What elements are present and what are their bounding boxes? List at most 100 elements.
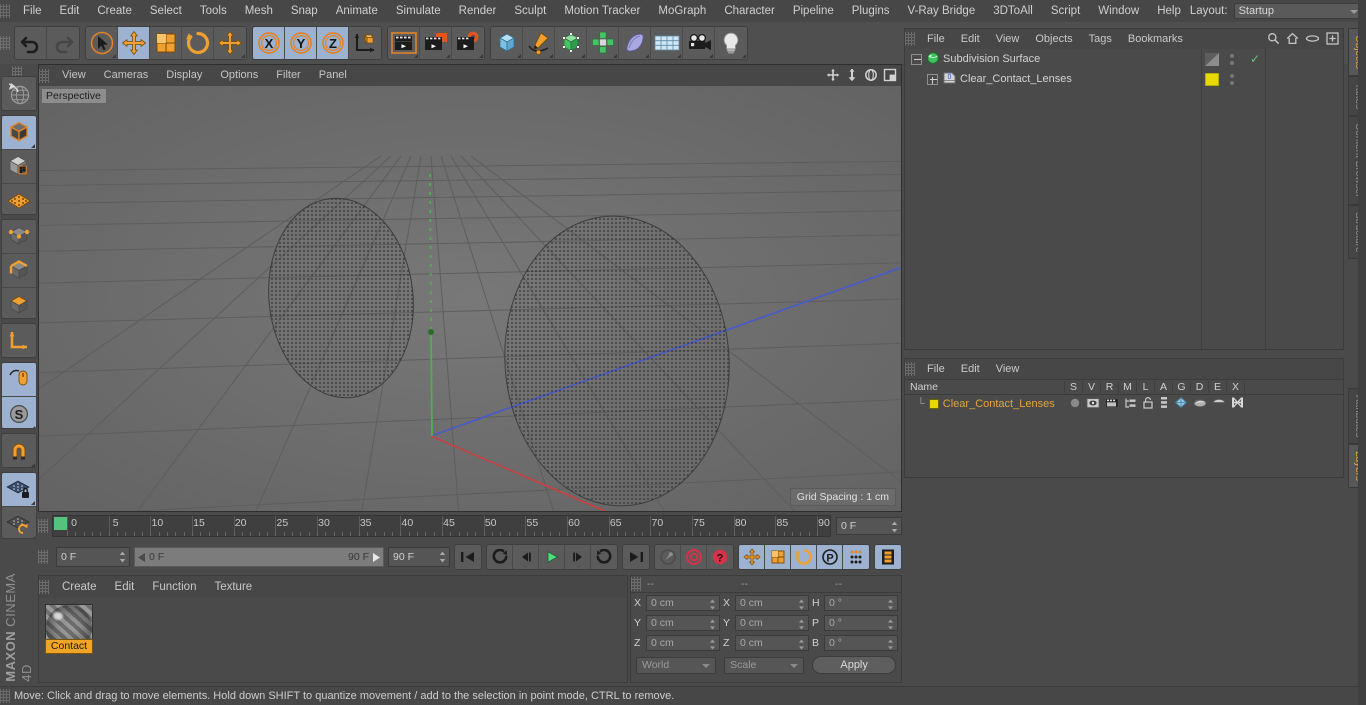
menu-item-3dtoall[interactable]: 3DToAll — [984, 0, 1042, 22]
record-position-icon[interactable] — [739, 545, 765, 569]
dolly-icon[interactable] — [845, 68, 859, 82]
spinner-icon[interactable] — [439, 551, 446, 563]
spinner-icon[interactable] — [798, 619, 805, 631]
object-visibility-dots[interactable] — [1230, 54, 1234, 65]
render-settings-icon[interactable] — [452, 27, 484, 59]
step-forward-icon[interactable] — [565, 545, 591, 569]
tool-expand-corner[interactable] — [241, 54, 245, 58]
timeline-playhead[interactable] — [54, 517, 68, 530]
select-cursor-icon[interactable] — [86, 27, 118, 59]
menu-item-pipeline[interactable]: Pipeline — [784, 0, 843, 22]
record-rotation-icon[interactable] — [791, 545, 817, 569]
menu-item-window[interactable]: Window — [1089, 0, 1148, 22]
world-axis-icon[interactable] — [349, 27, 381, 59]
coord-field-size-x[interactable]: 0 cm — [735, 595, 809, 611]
axis-modify-icon[interactable] — [2, 324, 36, 357]
layout-select[interactable]: Startup — [1233, 3, 1364, 19]
menu-item-file[interactable]: File — [14, 0, 51, 22]
tool-expand-corner[interactable] — [709, 54, 713, 58]
coord-field-rot-b[interactable]: 0 ° — [824, 635, 898, 651]
material-menu-function[interactable]: Function — [143, 576, 205, 598]
render-picture-viewer-icon[interactable] — [420, 27, 452, 59]
layer-manager-gripper[interactable] — [905, 362, 915, 376]
menu-item-plugins[interactable]: Plugins — [843, 0, 899, 22]
generator-icon[interactable] — [1174, 396, 1188, 412]
expression-icon[interactable] — [1212, 396, 1226, 412]
rotate-icon[interactable] — [864, 68, 878, 82]
render-icon[interactable] — [1105, 397, 1119, 412]
edge-mode-icon[interactable] — [2, 253, 36, 288]
layer-menu-file[interactable]: File — [919, 359, 953, 379]
display-tag-icon[interactable] — [1205, 53, 1219, 66]
go-to-start-icon[interactable] — [455, 545, 481, 569]
layer-name[interactable]: Clear_Contact_Lenses — [943, 398, 1055, 410]
object-manager-gripper[interactable] — [905, 32, 915, 46]
object-visibility-dots[interactable] — [1230, 74, 1234, 85]
add-layer-icon[interactable] — [1326, 32, 1339, 48]
viewport-solo-icon[interactable] — [2, 362, 36, 397]
spinner-icon[interactable] — [887, 599, 894, 611]
step-back-icon[interactable] — [513, 545, 539, 569]
expander-minus-icon[interactable] — [911, 53, 922, 65]
spinner-icon[interactable] — [709, 639, 716, 651]
workplane-lock-icon[interactable] — [2, 472, 36, 507]
right-scroll-strip[interactable] — [1358, 0, 1366, 705]
viewport-canvas[interactable]: Perspective Grid Spacing: 1 cm — [39, 86, 901, 511]
coord-field-rot-p[interactable]: 0 ° — [824, 615, 898, 631]
live-selection-icon[interactable] — [2, 77, 36, 110]
spinner-icon[interactable] — [709, 619, 716, 631]
toolbar-gripper[interactable] — [0, 36, 10, 50]
tool-expand-corner[interactable] — [613, 54, 617, 58]
previous-keyframe-icon[interactable] — [487, 545, 513, 569]
record-scale-icon[interactable] — [765, 545, 791, 569]
home-icon[interactable] — [1286, 32, 1299, 48]
light-icon[interactable] — [715, 27, 747, 59]
scale-icon[interactable] — [150, 27, 182, 59]
spline-pen-icon[interactable] — [523, 27, 555, 59]
coord-field-rot-h[interactable]: 0 ° — [824, 595, 898, 611]
spinner-icon[interactable] — [887, 639, 894, 651]
object-menu-view[interactable]: View — [988, 29, 1028, 49]
manager-icon[interactable] — [1124, 397, 1137, 412]
record-keyframe-icon[interactable] — [681, 545, 707, 569]
layer-menu-edit[interactable]: Edit — [953, 359, 988, 379]
viewport-menu-panel[interactable]: Panel — [310, 65, 356, 86]
timeline-current-frame-field[interactable]: 0 F — [836, 517, 902, 535]
workplane-mode-icon[interactable] — [2, 183, 36, 214]
enable-snap-icon[interactable]: S — [2, 396, 36, 429]
spinner-icon[interactable] — [891, 521, 898, 533]
tool-expand-corner[interactable] — [31, 500, 35, 505]
lock-icon[interactable] — [1142, 396, 1154, 412]
undo-icon[interactable] — [15, 27, 47, 59]
model-mode-icon[interactable] — [2, 115, 36, 150]
spinner-icon[interactable] — [709, 599, 716, 611]
object-menu-tags[interactable]: Tags — [1081, 29, 1120, 49]
record-pla-icon[interactable] — [843, 545, 869, 569]
move-secondary-icon[interactable] — [214, 27, 246, 59]
menu-item-snap[interactable]: Snap — [282, 0, 327, 22]
maximize-icon[interactable] — [883, 68, 897, 82]
menu-item-help[interactable]: Help — [1148, 0, 1190, 22]
cube-primitive-icon[interactable] — [491, 27, 523, 59]
tool-expand-corner[interactable] — [31, 143, 35, 148]
menu-item-animate[interactable]: Animate — [327, 0, 387, 22]
coordinates-gripper[interactable] — [631, 577, 641, 591]
camera-icon[interactable] — [683, 27, 715, 59]
animation-icon[interactable] — [1159, 396, 1169, 412]
status-gripper[interactable] — [0, 689, 10, 703]
point-mode-icon[interactable] — [2, 219, 36, 254]
tool-expand-corner[interactable] — [742, 54, 746, 58]
tool-expand-corner[interactable] — [517, 54, 521, 58]
search-icon[interactable] — [1267, 32, 1280, 48]
preview-range-slider[interactable]: 0 F 90 F — [134, 547, 384, 567]
spinner-icon[interactable] — [119, 551, 126, 563]
viewport-menu-options[interactable]: Options — [211, 65, 267, 86]
transport-max-frame-field[interactable]: 90 F — [388, 547, 450, 567]
redo-icon[interactable] — [47, 27, 79, 59]
layer-color-tag-icon[interactable] — [1204, 72, 1220, 87]
render-view-icon[interactable] — [388, 27, 420, 59]
menu-item-edit[interactable]: Edit — [51, 0, 89, 22]
menu-item-sculpt[interactable]: Sculpt — [505, 0, 555, 22]
coord-field-size-z[interactable]: 0 cm — [735, 635, 809, 651]
solo-dot-icon[interactable] — [1069, 397, 1081, 412]
